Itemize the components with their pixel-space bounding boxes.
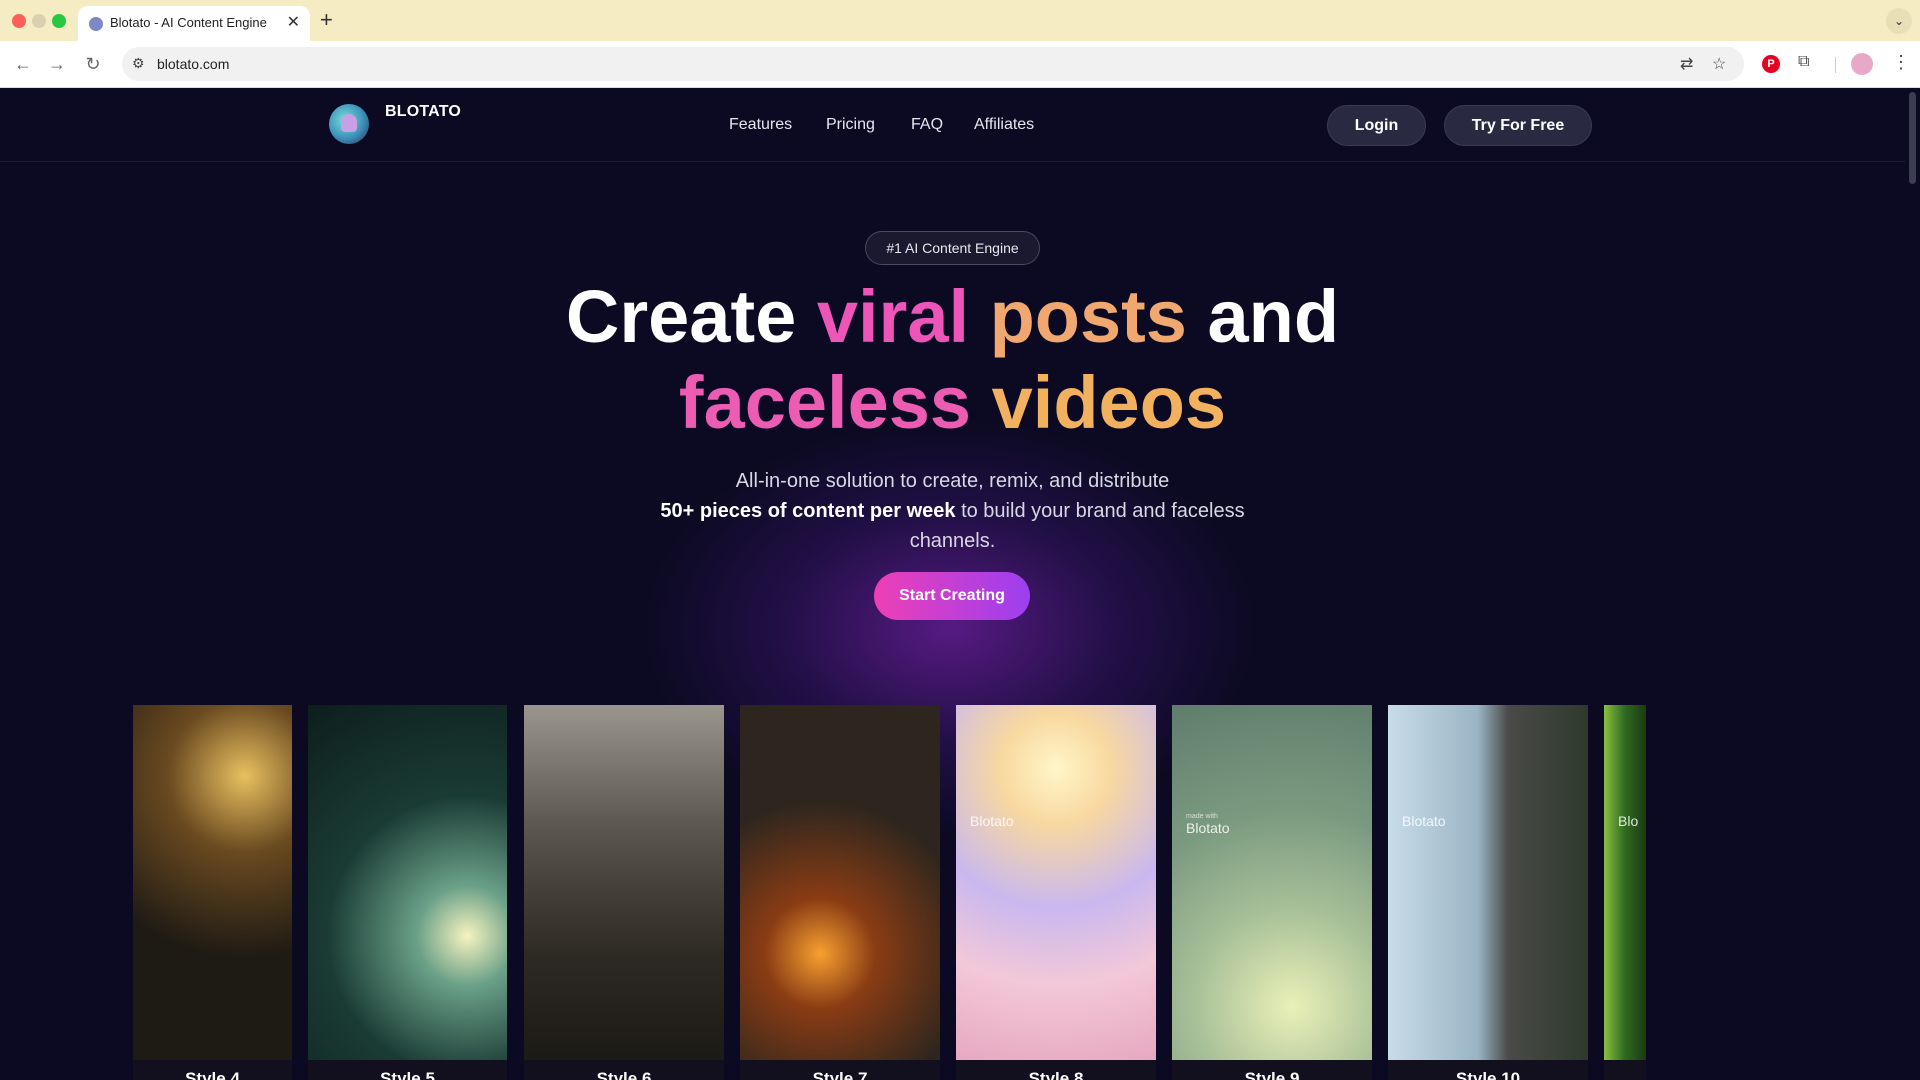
- login-button[interactable]: Login: [1327, 105, 1426, 146]
- style-thumbnail: [1604, 705, 1646, 1060]
- subtext-line: All-in-one solution to create, remix, an…: [735, 470, 1170, 492]
- forward-icon[interactable]: →: [44, 51, 70, 77]
- try-for-free-button[interactable]: Try For Free: [1444, 105, 1592, 146]
- browser-tab[interactable]: Blotato - AI Content Engine ✕: [78, 6, 310, 41]
- watermark-text: Blo: [1618, 813, 1639, 829]
- logo-icon[interactable]: [329, 104, 369, 144]
- logo-text[interactable]: BLOTATO: [385, 103, 461, 121]
- translate-icon[interactable]: ⇄: [1680, 54, 1693, 74]
- watermark-text: made with Blotato: [1186, 813, 1230, 836]
- minimize-window-button[interactable]: [32, 14, 46, 28]
- style-thumbnail: [1172, 705, 1372, 1060]
- start-creating-button[interactable]: Start Creating: [874, 572, 1030, 620]
- style-card[interactable]: Blotato Style 10: [1388, 705, 1588, 1080]
- toolbar-divider: [1835, 57, 1836, 73]
- browser-toolbar: ← → ↻ ⚙ blotato.com ⇄ ☆ P ⧉ ⋮: [0, 41, 1920, 88]
- page-content: BLOTATO Features Pricing FAQ Affiliates …: [0, 88, 1920, 1080]
- browser-tab-bar: Blotato - AI Content Engine ✕ + ⌄: [0, 0, 1920, 41]
- style-thumbnail: [956, 705, 1156, 1060]
- maximize-window-button[interactable]: [52, 14, 66, 28]
- watermark-small: made with: [1186, 813, 1218, 820]
- tab-search-button[interactable]: ⌄: [1886, 8, 1912, 34]
- watermark-main: Blotato: [1186, 820, 1230, 836]
- style-card[interactable]: Style 7: [740, 705, 940, 1080]
- style-card[interactable]: Style 6: [524, 705, 724, 1080]
- puzzle-icon[interactable]: ⧉: [1798, 53, 1809, 71]
- style-card[interactable]: made with Blotato Style 9: [1172, 705, 1372, 1080]
- style-thumbnail: [133, 705, 292, 1060]
- style-thumbnail: [1388, 705, 1588, 1060]
- style-card[interactable]: Blo: [1604, 705, 1646, 1080]
- subtext-rest: to build your brand and faceless channel…: [909, 500, 1245, 552]
- subtext-bold: 50+ pieces of content per week: [660, 500, 956, 522]
- card-label: Style 7: [812, 1069, 868, 1080]
- style-card[interactable]: Blotato Style 8: [956, 705, 1156, 1080]
- pinterest-icon[interactable]: P: [1762, 55, 1780, 73]
- watermark-text: Blotato: [1402, 813, 1446, 829]
- nav-features[interactable]: Features: [729, 116, 792, 134]
- style-card[interactable]: Style 4: [133, 705, 292, 1080]
- style-thumbnail: [524, 705, 724, 1060]
- site-info-icon[interactable]: ⚙: [132, 55, 145, 72]
- reload-icon[interactable]: ↻: [80, 51, 106, 77]
- hero-headline: Create viral posts and faceless videos: [460, 274, 1445, 446]
- headline-word: faceless: [678, 361, 972, 444]
- star-icon[interactable]: ☆: [1712, 54, 1726, 74]
- style-gallery: Style 4 Style 5 Style 6 Style 7 Blotato …: [0, 705, 1920, 1080]
- card-label: Style 9: [1244, 1069, 1300, 1080]
- avatar[interactable]: [1851, 53, 1873, 75]
- style-thumbnail: [740, 705, 940, 1060]
- hero-subtext: All-in-one solution to create, remix, an…: [660, 466, 1245, 556]
- card-label: Style 6: [596, 1069, 652, 1080]
- site-header: BLOTATO Features Pricing FAQ Affiliates …: [0, 88, 1905, 162]
- nav-affiliates[interactable]: Affiliates: [974, 116, 1034, 134]
- scrollbar[interactable]: [1905, 88, 1920, 1080]
- headline-word: viral: [816, 275, 970, 358]
- headline-word: videos: [991, 361, 1227, 444]
- back-icon[interactable]: ←: [10, 51, 36, 77]
- card-label: Style 5: [380, 1069, 435, 1080]
- favicon-icon: [89, 17, 103, 31]
- headline-word: Create: [565, 275, 797, 358]
- style-card[interactable]: Style 5: [308, 705, 507, 1080]
- style-thumbnail: [308, 705, 507, 1060]
- hero-badge: #1 AI Content Engine: [865, 231, 1040, 265]
- card-label: Style 4: [185, 1069, 240, 1080]
- headline-word: posts: [989, 275, 1187, 358]
- card-label: Style 10: [1455, 1069, 1521, 1080]
- scroll-thumb[interactable]: [1909, 92, 1916, 184]
- watermark-text: Blotato: [970, 813, 1014, 829]
- nav-pricing[interactable]: Pricing: [826, 116, 875, 134]
- headline-word: and: [1207, 275, 1340, 358]
- nav-faq[interactable]: FAQ: [911, 116, 943, 134]
- url-text[interactable]: blotato.com: [157, 56, 229, 72]
- tab-title: Blotato - AI Content Engine: [110, 15, 267, 30]
- close-window-button[interactable]: [12, 14, 26, 28]
- kebab-icon[interactable]: ⋮: [1892, 52, 1910, 73]
- address-bar[interactable]: ⚙ blotato.com ⇄ ☆: [122, 47, 1744, 81]
- tab-close-icon[interactable]: ✕: [287, 12, 300, 32]
- new-tab-button[interactable]: +: [320, 7, 333, 33]
- card-label: Style 8: [1028, 1069, 1084, 1080]
